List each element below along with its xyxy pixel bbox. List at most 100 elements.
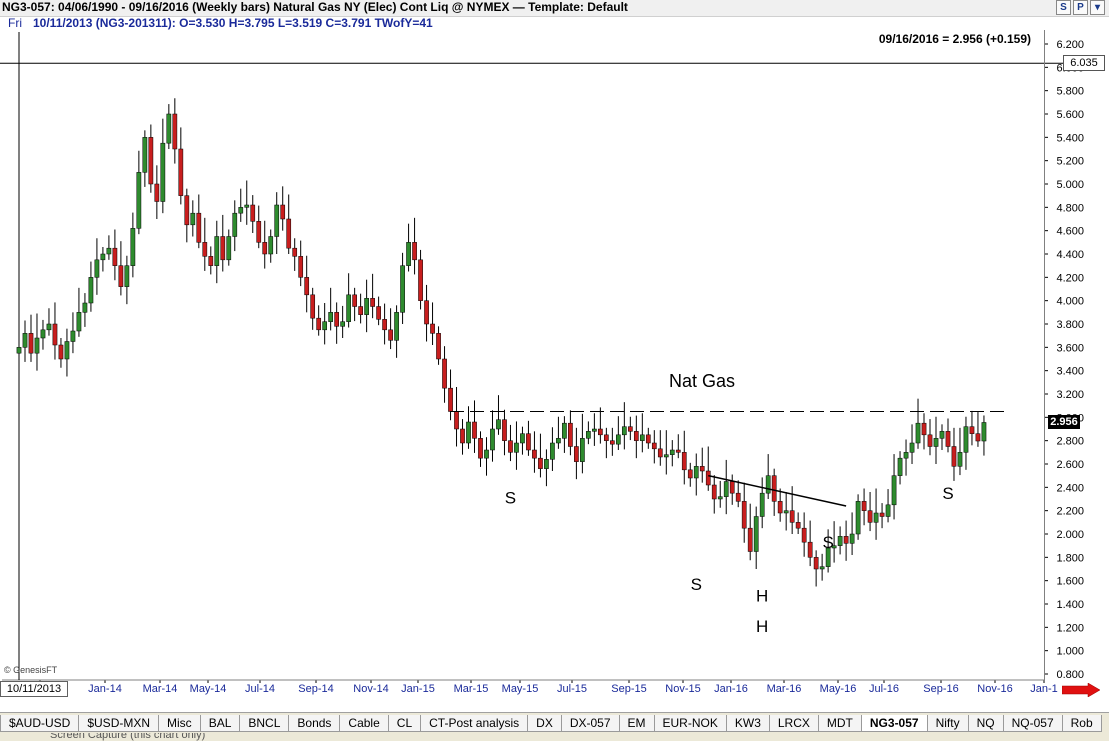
- y-tick-label: 3.400: [1056, 366, 1084, 378]
- tab-ng3-057[interactable]: NG3-057: [860, 715, 928, 732]
- candle-down: [789, 510, 795, 523]
- tab-cable[interactable]: Cable: [339, 715, 389, 732]
- candle-down: [256, 221, 262, 243]
- tab-eur-nok[interactable]: EUR-NOK: [653, 715, 727, 732]
- candle-up: [406, 242, 411, 266]
- candle-down: [532, 449, 537, 459]
- x-tick-label: Nov-16: [977, 683, 1012, 695]
- y-tick-label: 4.000: [1056, 296, 1084, 308]
- x-tick-label: May-16: [820, 683, 857, 695]
- candle-down: [508, 440, 513, 453]
- candle-down: [118, 265, 124, 287]
- candle-up: [124, 265, 130, 287]
- tab-aud-usd[interactable]: $AUD-USD: [0, 715, 80, 732]
- x-tick-label: Sep-14: [298, 683, 333, 695]
- candle-down: [352, 294, 357, 307]
- tab-em[interactable]: EM: [618, 715, 655, 732]
- x-tick-label: May-14: [190, 683, 227, 695]
- tab-bonds[interactable]: Bonds: [288, 715, 341, 732]
- y-tick-label: 1.600: [1056, 576, 1084, 588]
- candle-up: [400, 265, 405, 313]
- candle-down: [358, 306, 363, 315]
- candle-down: [675, 449, 681, 453]
- x-tick-label: Mar-16: [767, 683, 802, 695]
- scroll-right-arrow-icon[interactable]: [1062, 683, 1102, 697]
- candle-up: [855, 501, 861, 535]
- tab-kw3[interactable]: KW3: [725, 715, 770, 732]
- candle-down: [921, 422, 927, 436]
- y-tick-label: 2.800: [1056, 436, 1084, 448]
- status-text: Screen Capture (this chart only): [50, 733, 206, 741]
- candle-up: [556, 438, 561, 444]
- candle-down: [424, 300, 429, 325]
- candle-up: [88, 277, 94, 304]
- y-tick-label: 2.400: [1056, 482, 1084, 494]
- y-tick-label: 4.400: [1056, 249, 1084, 261]
- candle-down: [286, 218, 292, 249]
- tab-mdt[interactable]: MDT: [817, 715, 862, 732]
- tab-dx-057[interactable]: DX-057: [560, 715, 620, 732]
- candle-up: [364, 298, 369, 315]
- y-tick-label: 2.200: [1056, 506, 1084, 518]
- tab-bncl[interactable]: BNCL: [239, 715, 290, 732]
- candle-up: [981, 422, 987, 442]
- candle-down: [843, 536, 849, 544]
- tab-ct-post-analysis[interactable]: CT-Post analysis: [420, 715, 529, 732]
- candle-up: [891, 475, 897, 506]
- price-chart[interactable]: 0.800 1.000 1.200 1.400 1.600 1.800 2.000 2.200…: [0, 0, 1109, 712]
- candle-up: [34, 337, 40, 354]
- tab-nq[interactable]: NQ: [967, 715, 1004, 732]
- tab-rob[interactable]: Rob: [1061, 715, 1102, 732]
- candle-down: [801, 527, 807, 543]
- candle-up: [639, 434, 645, 441]
- tab-misc[interactable]: Misc: [158, 715, 201, 732]
- candle-down: [526, 433, 531, 451]
- candle-down: [472, 421, 477, 439]
- tab-lrcx[interactable]: LRCX: [768, 715, 819, 732]
- tab-bal[interactable]: BAL: [199, 715, 241, 732]
- candle-up: [759, 492, 765, 517]
- candle-up: [232, 212, 238, 237]
- x-tick-label: Jul-15: [557, 683, 587, 695]
- x-tick-label: Nov-15: [665, 683, 700, 695]
- candle-down: [598, 428, 603, 436]
- candle-down: [292, 247, 298, 257]
- candle-down: [478, 438, 483, 459]
- tab-nq-057[interactable]: NQ-057: [1002, 715, 1063, 732]
- x-tick-label: Mar-14: [143, 683, 178, 695]
- genesis-credit: © GenesisFT: [4, 665, 58, 675]
- y-tick-label: 5.400: [1056, 132, 1084, 144]
- candle-down: [202, 242, 208, 257]
- candle-up: [615, 434, 621, 445]
- symbol-tab-bar: $AUD-USD $USD-MXN Misc BAL BNCL Bonds Cable CL C…: [0, 712, 1109, 733]
- candle-up: [226, 236, 232, 261]
- candle-down: [927, 434, 933, 447]
- candle-up: [903, 452, 909, 459]
- candle-down: [298, 256, 304, 278]
- candle-up: [514, 442, 519, 453]
- candle-down: [568, 422, 573, 447]
- candle-down: [777, 501, 783, 514]
- candle-up: [64, 341, 70, 360]
- candle-up: [466, 421, 471, 444]
- tab-cl[interactable]: CL: [387, 715, 422, 732]
- pattern-label-s: S: [942, 484, 953, 503]
- candle-down: [657, 448, 663, 458]
- candle-down: [58, 344, 64, 360]
- candle-up: [837, 536, 843, 546]
- candle-down: [538, 457, 543, 469]
- price-axis-separator: [1044, 30, 1045, 680]
- tab-dx[interactable]: DX: [527, 715, 562, 732]
- candle-up: [544, 459, 549, 469]
- candle-up: [520, 433, 525, 444]
- candle-down: [945, 431, 951, 447]
- candle-down: [807, 541, 813, 558]
- candle-up: [100, 253, 106, 261]
- candle-down: [172, 113, 178, 150]
- status-bar: Screen Capture (this chart only): [0, 733, 1109, 741]
- candle-up: [142, 137, 148, 173]
- tab-nifty[interactable]: Nifty: [926, 715, 969, 732]
- candle-down: [376, 306, 381, 320]
- candle-down: [813, 557, 819, 570]
- tab-usd-mxn[interactable]: $USD-MXN: [78, 715, 160, 732]
